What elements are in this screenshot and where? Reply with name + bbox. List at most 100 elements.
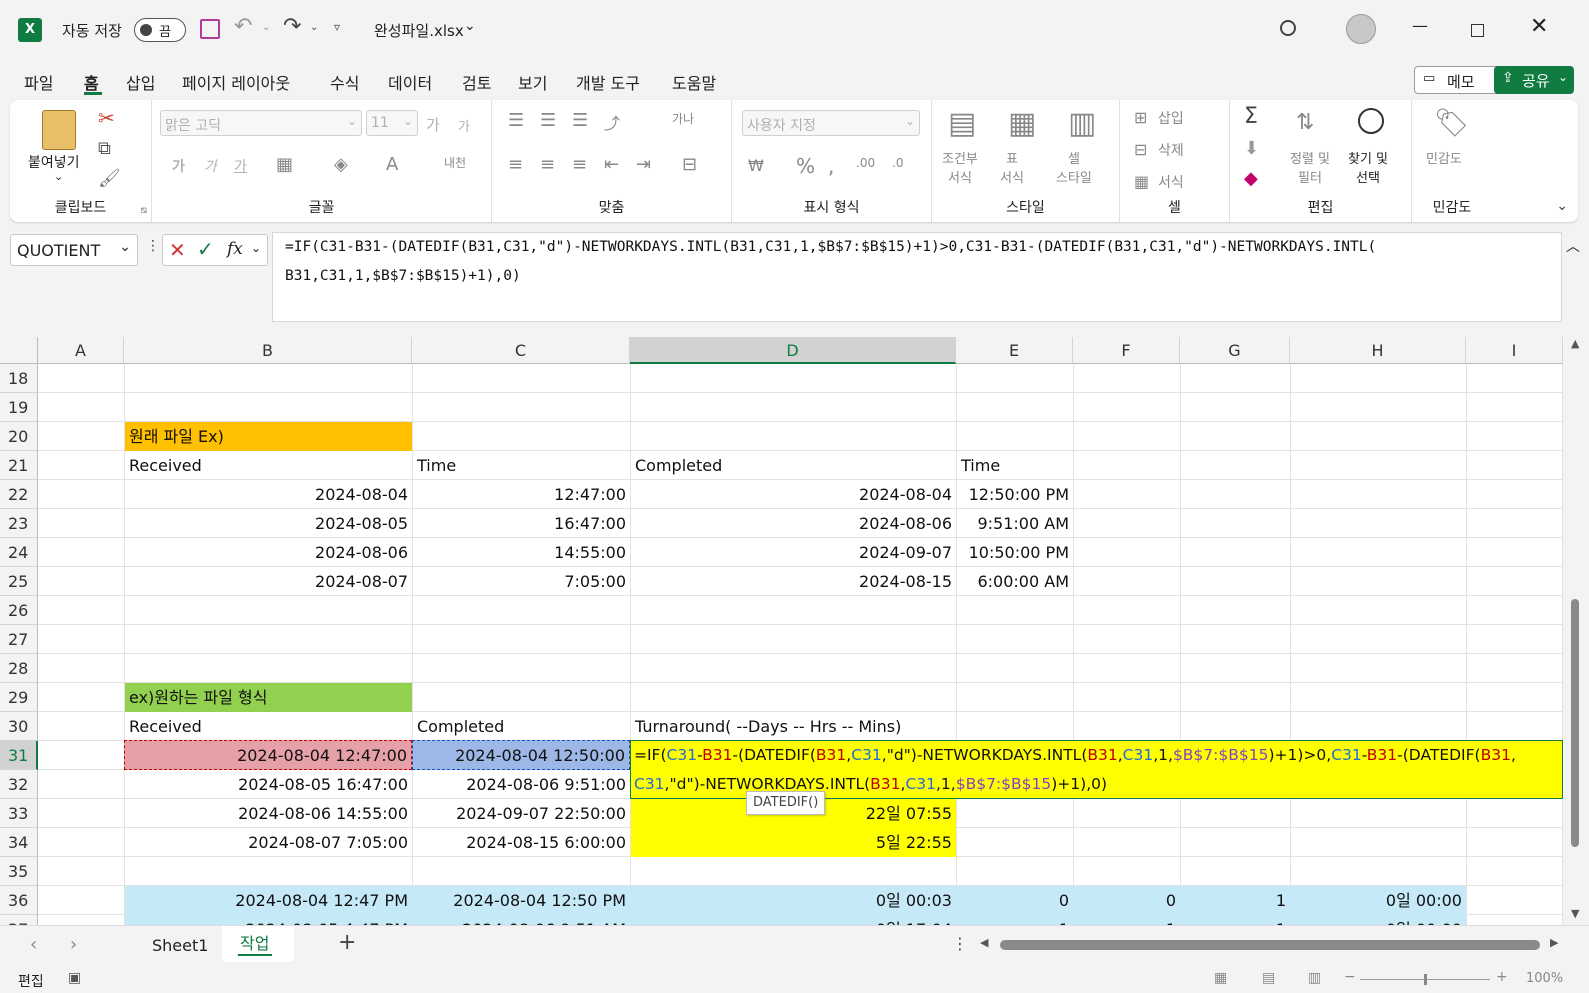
col-header-f[interactable]: F (1073, 337, 1180, 364)
cell-h37[interactable]: 0일 00:00 (1291, 915, 1466, 925)
share-button[interactable]: ⇪ 공유 ⌄ (1494, 66, 1574, 94)
enter-icon[interactable]: ✓ (197, 237, 214, 261)
row-header-20[interactable]: 20 (0, 422, 38, 451)
paste-button[interactable]: 붙여넣기 (28, 152, 80, 172)
conditional-format-icon[interactable]: ▤ (948, 106, 976, 141)
page-layout-view-icon[interactable]: ▤ (1262, 970, 1275, 986)
select-all-corner[interactable] (0, 337, 38, 364)
cell-b29[interactable]: ex)원하는 파일 형식 (125, 683, 412, 712)
row-header-18[interactable]: 18 (0, 364, 38, 393)
conditional-format-button[interactable]: 조건부 서식 (942, 148, 978, 186)
row-header-32[interactable]: 32 (0, 770, 38, 799)
cell-b25[interactable]: 2024-08-07 (125, 567, 412, 596)
tab-data[interactable]: 데이터 (388, 70, 432, 94)
cell-d22[interactable]: 2024-08-04 (631, 480, 956, 509)
col-header-b[interactable]: B (124, 337, 412, 364)
phonetic-icon[interactable]: 내천 (444, 154, 466, 171)
cell-b21[interactable]: Received (125, 451, 412, 480)
scroll-thumb[interactable] (1571, 599, 1579, 847)
cell-c24[interactable]: 14:55:00 (413, 538, 630, 567)
autosave-toggle[interactable]: 끔 (134, 18, 186, 42)
scroll-down-icon[interactable]: ▼ (1571, 907, 1579, 920)
collapse-ribbon-icon[interactable]: ⌄ (1556, 198, 1568, 214)
cancel-icon[interactable]: ✕ (169, 238, 186, 262)
row-header-22[interactable]: 22 (0, 480, 38, 509)
vertical-scrollbar[interactable]: ▲ ▼ (1563, 337, 1589, 925)
tab-view[interactable]: 보기 (518, 70, 547, 94)
grow-font-button[interactable]: 가 (426, 114, 440, 135)
cell-b34[interactable]: 2024-08-07 7:05:00 (125, 828, 412, 857)
font-size-select[interactable]: 11 ⌄ (366, 110, 418, 136)
cell-b36[interactable]: 2024-08-04 12:47 PM (125, 886, 412, 915)
bold-button[interactable]: 가 (172, 156, 185, 176)
align-middle-icon[interactable]: ☰ (540, 110, 556, 131)
cell-b20[interactable]: 원래 파일 Ex) (125, 422, 412, 451)
italic-button[interactable]: 가 (204, 156, 217, 176)
row-header-26[interactable]: 26 (0, 596, 38, 625)
row-header-34[interactable]: 34 (0, 828, 38, 857)
format-table-icon[interactable]: ▦ (1008, 106, 1036, 141)
font-name-select[interactable]: 맑은 고딕 ⌄ (160, 110, 362, 136)
align-left-icon[interactable]: ≡ (508, 154, 523, 175)
sheet-tab-active[interactable]: 작업 (222, 926, 294, 962)
row-header-21[interactable]: 21 (0, 451, 38, 480)
minimize-icon[interactable]: — (1412, 16, 1428, 35)
redo-icon[interactable]: ↷ (283, 14, 301, 39)
cell-c32[interactable]: 2024-08-06 9:51:00 (413, 770, 630, 799)
chevron-down-icon[interactable]: ⌄ (251, 241, 261, 255)
decrease-decimal-icon[interactable]: .0 (892, 156, 903, 170)
find-select-button[interactable]: 찾기 및 선택 (1348, 148, 1388, 186)
undo-dropdown-icon[interactable]: ⌄ (262, 22, 270, 33)
row-header-36[interactable]: 36 (0, 886, 38, 915)
cell-c31[interactable]: 2024-08-04 12:50:00 (412, 740, 630, 770)
tab-page-layout[interactable]: 페이지 레이아웃 (182, 70, 290, 94)
fill-icon[interactable]: ⬇ (1244, 138, 1259, 159)
row-header-27[interactable]: 27 (0, 625, 38, 654)
col-header-e[interactable]: E (956, 337, 1073, 364)
worksheet-grid[interactable]: A B C D E F G H I 18 19 20 21 22 23 24 2… (0, 337, 1589, 925)
col-header-a[interactable]: A (38, 337, 124, 364)
number-format-select[interactable]: 사용자 지정 ⌄ (742, 110, 920, 136)
sensitivity-button[interactable]: 민감도 (1426, 148, 1462, 167)
cell-g36[interactable]: 1 (1181, 886, 1290, 915)
insert-cells-icon[interactable]: ⊞ (1134, 108, 1147, 127)
cell-c34[interactable]: 2024-08-15 6:00:00 (413, 828, 630, 857)
cell-b37[interactable]: 2024-08-05 4:47 PM (125, 915, 412, 925)
cell-d23[interactable]: 2024-08-06 (631, 509, 956, 538)
align-top-icon[interactable]: ☰ (508, 110, 524, 131)
find-select-icon[interactable] (1358, 108, 1384, 134)
cell-e21[interactable]: Time (957, 451, 1073, 480)
scroll-right-icon[interactable]: ▶ (1550, 936, 1558, 949)
format-painter-icon[interactable]: 🖌 (98, 168, 121, 189)
horizontal-scroll-thumb[interactable] (1000, 940, 1540, 950)
filename-chevron-icon[interactable]: ⌄ (464, 18, 476, 34)
comma-icon[interactable]: , (828, 154, 834, 178)
cell-e25[interactable]: 6:00:00 AM (957, 567, 1073, 596)
tab-review[interactable]: 검토 (462, 70, 491, 94)
sort-filter-button[interactable]: 정렬 및 필터 (1290, 148, 1330, 186)
col-header-g[interactable]: G (1180, 337, 1290, 364)
tab-formulas[interactable]: 수식 (330, 70, 359, 94)
accessibility-icon[interactable]: ▣ (68, 970, 81, 986)
collapse-formula-icon[interactable]: ︿ (1566, 236, 1580, 256)
orientation-icon[interactable]: ⤴ (604, 110, 620, 134)
row-header-24[interactable]: 24 (0, 538, 38, 567)
clipboard-launcher-icon[interactable]: ⧅ (141, 205, 147, 216)
customize-qat-icon[interactable]: ▿ (334, 20, 340, 34)
increase-decimal-icon[interactable]: .00 (856, 156, 875, 170)
cell-b23[interactable]: 2024-08-05 (125, 509, 412, 538)
cell-f36[interactable]: 0 (1074, 886, 1180, 915)
format-table-button[interactable]: 표 서식 (1000, 148, 1024, 186)
tab-home[interactable]: 홈 (84, 70, 99, 94)
name-box[interactable]: QUOTIENT ⌄ (10, 234, 138, 266)
scroll-left-icon[interactable]: ◀ (980, 936, 988, 949)
border-icon[interactable]: ▦ (276, 154, 293, 175)
decrease-indent-icon[interactable]: ⇤ (604, 154, 619, 175)
tab-insert[interactable]: 삽입 (126, 70, 155, 94)
col-header-h[interactable]: H (1290, 337, 1466, 364)
insert-function-icon[interactable]: fx (227, 239, 243, 259)
zoom-out-icon[interactable]: − (1344, 969, 1356, 985)
add-sheet-icon[interactable]: + (338, 930, 356, 955)
paste-icon[interactable] (42, 110, 76, 150)
cell-d37[interactable]: 0일 17:04 (631, 915, 956, 925)
